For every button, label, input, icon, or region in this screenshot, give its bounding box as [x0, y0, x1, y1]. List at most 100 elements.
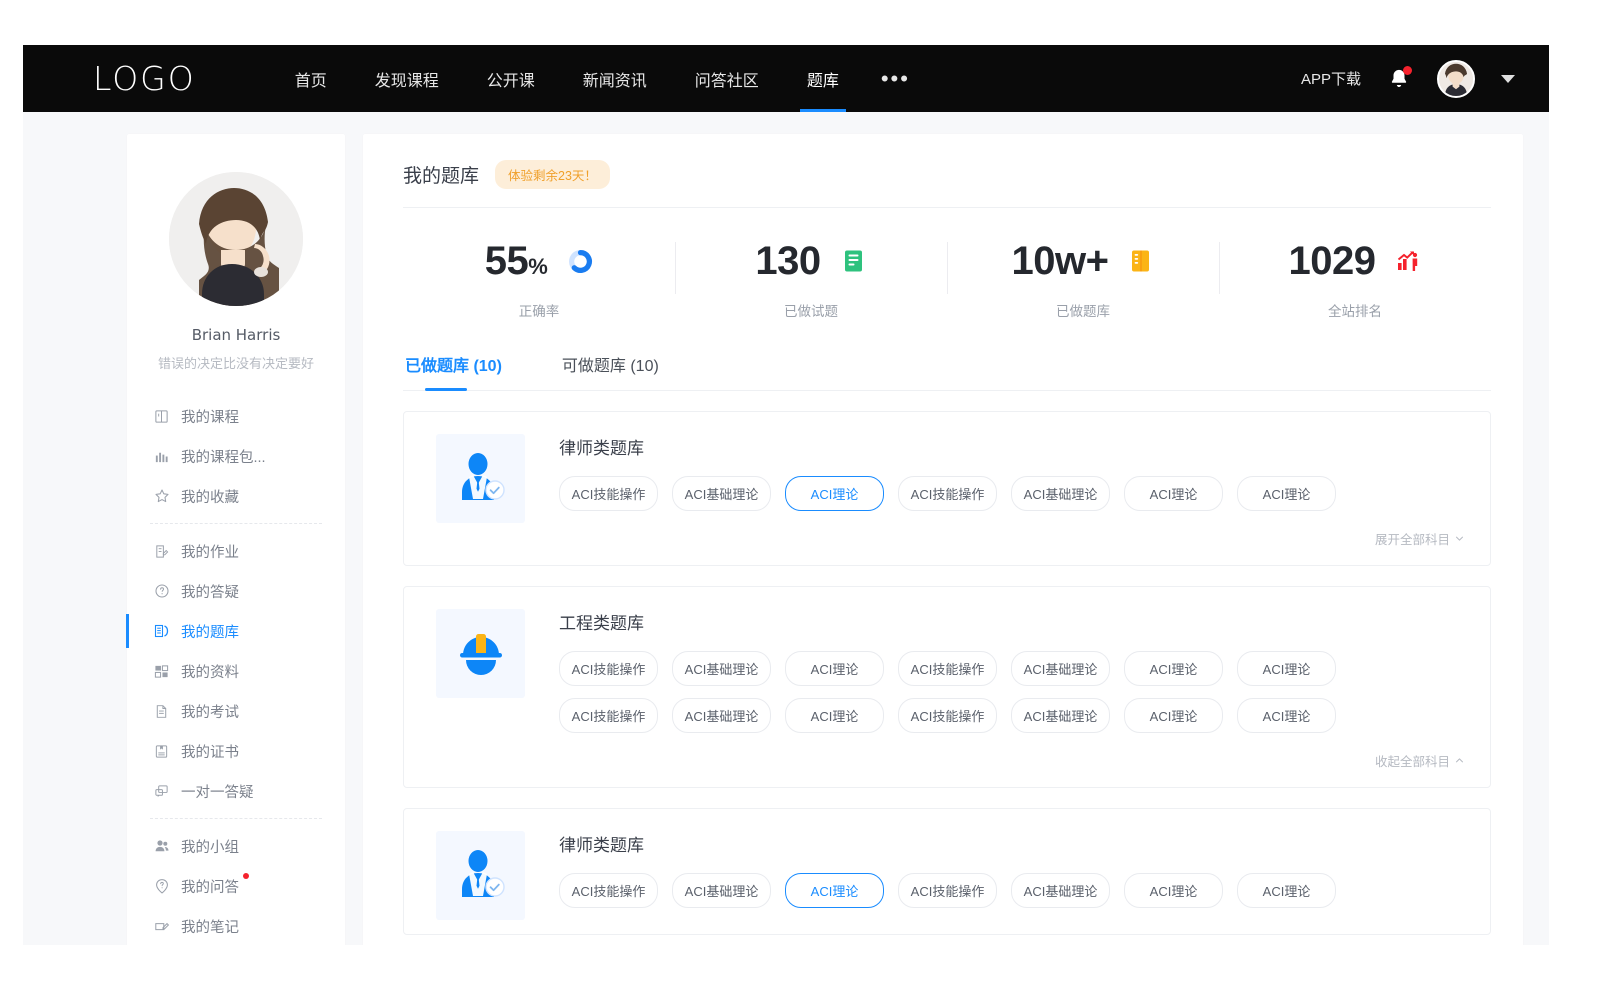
expand-all-subjects-label: 展开全部科目	[1375, 529, 1450, 548]
bank-card-row: 律师类题库 ACI技能操作 ACI基础理论 ACI理论 ACI技能操作 ACI基…	[436, 831, 1464, 920]
sidebar-item-label: 我的问答	[181, 876, 239, 897]
subject-tag-selected[interactable]: ACI理论	[785, 476, 884, 511]
subject-tag[interactable]: ACI技能操作	[898, 476, 997, 511]
subject-tag[interactable]: ACI理论	[1124, 698, 1223, 733]
stat-value-row: 130	[675, 236, 947, 286]
subject-tag[interactable]: ACI理论	[1237, 873, 1336, 908]
primary-nav: 首页 发现课程 公开课 新闻资讯 问答社区 题库 •••	[271, 45, 928, 112]
tab-done-banks[interactable]: 已做题库 (10)	[403, 348, 504, 390]
sidebar-item-my-certificates[interactable]: 我的证书	[127, 731, 345, 771]
site-logo[interactable]: LOGO	[93, 59, 196, 98]
sidebar-item-my-courses[interactable]: 我的课程	[127, 396, 345, 436]
sidebar-item-my-homework[interactable]: 我的作业	[127, 531, 345, 571]
subject-tag[interactable]: ACI基础理论	[672, 873, 771, 908]
nav-item-qa-community[interactable]: 问答社区	[671, 45, 783, 112]
stat-label: 全站排名	[1219, 300, 1491, 320]
collapse-all-subjects-label: 收起全部科目	[1375, 751, 1450, 770]
stat-questions-done: 130 已做试题	[675, 232, 947, 320]
subject-tag[interactable]: ACI基础理论	[1011, 873, 1110, 908]
nav-item-question-bank[interactable]: 题库	[783, 45, 863, 112]
sidebar-item-my-exams[interactable]: 我的考试	[127, 691, 345, 731]
subject-tag[interactable]: ACI技能操作	[559, 651, 658, 686]
bank-card[interactable]: 律师类题库 ACI技能操作 ACI基础理论 ACI理论 ACI技能操作 ACI基…	[403, 411, 1491, 566]
sidebar-item-label: 我的收藏	[181, 486, 239, 507]
collapse-all-subjects-link[interactable]: 收起全部科目	[1375, 751, 1464, 770]
stat-value: 130	[755, 241, 820, 281]
helmet-icon	[452, 625, 510, 683]
subject-tag[interactable]: ACI理论	[785, 698, 884, 733]
sidebar-item-my-course-packages[interactable]: 我的课程包...	[127, 436, 345, 476]
question-circle-icon	[153, 583, 170, 600]
subject-tag[interactable]: ACI技能操作	[898, 651, 997, 686]
stat-value-row: 55%	[403, 236, 675, 286]
bank-card-row: 律师类题库 ACI技能操作 ACI基础理论 ACI理论 ACI技能操作 ACI基…	[436, 434, 1464, 523]
bank-card-body: 工程类题库 ACI技能操作 ACI基础理论 ACI理论 ACI技能操作 ACI基…	[559, 609, 1464, 745]
sidebar-item-label: 一对一答疑	[181, 781, 254, 802]
stat-value: 10w+	[1012, 241, 1109, 281]
user-avatar	[1439, 62, 1473, 96]
subject-tag-row: ACI技能操作 ACI基础理论 ACI理论 ACI技能操作 ACI基础理论 AC…	[559, 651, 1464, 686]
sidebar-item-one-on-one-qa[interactable]: 一对一答疑	[127, 771, 345, 811]
sidebar-item-my-materials[interactable]: 我的资料	[127, 651, 345, 691]
certificate-icon	[153, 743, 170, 760]
star-icon	[153, 488, 170, 505]
subject-tag[interactable]: ACI基础理论	[672, 698, 771, 733]
subject-tag[interactable]: ACI技能操作	[559, 873, 658, 908]
stat-value-row: 1029	[1219, 236, 1491, 286]
tab-available-banks[interactable]: 可做题库 (10)	[560, 348, 661, 390]
sidebar-divider	[150, 818, 322, 819]
sidebar-item-my-questions[interactable]: 我的问答	[127, 866, 345, 906]
sidebar-item-my-favorites[interactable]: 我的收藏	[127, 476, 345, 516]
subject-tag[interactable]: ACI理论	[1237, 476, 1336, 511]
profile-photo[interactable]	[169, 172, 303, 306]
stat-banks-done: 10w+ 已做题库	[947, 232, 1219, 320]
main-header: 我的题库 体验剩余23天！	[403, 160, 1491, 208]
nav-item-news[interactable]: 新闻资讯	[559, 45, 671, 112]
subject-tag[interactable]: ACI理论	[1237, 698, 1336, 733]
nav-item-discover-courses[interactable]: 发现课程	[351, 45, 463, 112]
subject-tag[interactable]: ACI基础理论	[1011, 651, 1110, 686]
stat-number: 10w+	[1012, 239, 1109, 283]
bank-card[interactable]: 工程类题库 ACI技能操作 ACI基础理论 ACI理论 ACI技能操作 ACI基…	[403, 586, 1491, 788]
subject-tag[interactable]: ACI理论	[1124, 476, 1223, 511]
red-rank-icon	[1395, 247, 1421, 275]
app-download-link[interactable]: APP下载	[1301, 68, 1361, 89]
subject-tag[interactable]: ACI基础理论	[1011, 698, 1110, 733]
sidebar-item-my-group[interactable]: 我的小组	[127, 826, 345, 866]
subject-tag[interactable]: ACI理论	[1124, 651, 1223, 686]
bank-card-row: 工程类题库 ACI技能操作 ACI基础理论 ACI理论 ACI技能操作 ACI基…	[436, 609, 1464, 745]
book-icon	[153, 408, 170, 425]
stat-value: 1029	[1289, 241, 1376, 281]
nav-item-home[interactable]: 首页	[271, 45, 351, 112]
sidebar-item-label: 我的题库	[181, 621, 239, 642]
sidebar-item-my-qa[interactable]: 我的答疑	[127, 571, 345, 611]
subject-tag[interactable]: ACI基础理论	[1011, 476, 1110, 511]
bank-title: 工程类题库	[559, 609, 1464, 634]
subject-tag[interactable]: ACI基础理论	[672, 476, 771, 511]
user-motto: 错误的决定比没有决定要好	[127, 353, 345, 372]
sidebar-item-my-question-bank[interactable]: 我的题库	[127, 611, 345, 651]
ellipsis-icon[interactable]: •••	[863, 74, 928, 84]
subject-tag[interactable]: ACI基础理论	[672, 651, 771, 686]
stat-number: 55	[485, 239, 529, 283]
subject-tag[interactable]: ACI理论	[1124, 873, 1223, 908]
subject-tag[interactable]: ACI理论	[1237, 651, 1336, 686]
nav-item-open-class[interactable]: 公开课	[463, 45, 559, 112]
sidebar-item-my-notes[interactable]: 我的笔记	[127, 906, 345, 945]
subject-tag-selected[interactable]: ACI理论	[785, 873, 884, 908]
bank-card[interactable]: 律师类题库 ACI技能操作 ACI基础理论 ACI理论 ACI技能操作 ACI基…	[403, 808, 1491, 935]
green-doc-icon	[841, 247, 867, 275]
subject-tag[interactable]: ACI技能操作	[898, 698, 997, 733]
avatar[interactable]	[1437, 60, 1475, 98]
subject-tag[interactable]: ACI理论	[785, 651, 884, 686]
sidebar-group-3: 我的小组 我的问答	[127, 826, 345, 945]
subject-tag[interactable]: ACI技能操作	[559, 476, 658, 511]
subject-tag[interactable]: ACI技能操作	[898, 873, 997, 908]
notification-button[interactable]	[1387, 66, 1411, 92]
expand-all-subjects-link[interactable]: 展开全部科目	[1375, 529, 1464, 548]
bar-chart-icon	[153, 448, 170, 465]
stat-number: 130	[755, 239, 820, 283]
chevron-down-icon[interactable]	[1501, 75, 1515, 83]
subject-tag[interactable]: ACI技能操作	[559, 698, 658, 733]
bank-card-footer: 展开全部科目	[436, 523, 1464, 551]
